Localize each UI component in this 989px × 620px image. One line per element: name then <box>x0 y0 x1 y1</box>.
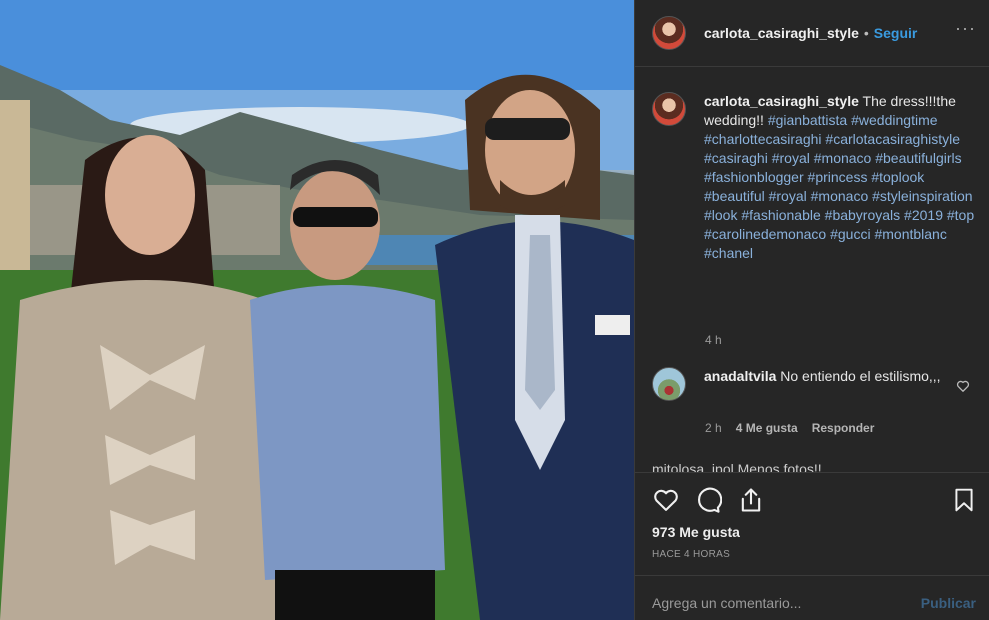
comment-text: anadaltvila No entiendo el estilismo,,, <box>704 367 944 401</box>
commenter-avatar[interactable] <box>652 367 686 401</box>
likes-count[interactable]: 973 Me gusta <box>652 524 740 540</box>
hashtag-link[interactable]: #carolinedemonaco <box>704 226 826 242</box>
hashtag-link[interactable]: #chanel <box>704 245 753 261</box>
hashtag-link[interactable]: #beautiful <box>704 188 765 204</box>
like-icon[interactable] <box>652 486 680 514</box>
hashtag-link[interactable]: #fashionable <box>741 207 820 223</box>
hashtag-link[interactable]: #royal <box>772 150 810 166</box>
caption-hashtags: #gianbattista #weddingtime #charlottecas… <box>704 112 974 261</box>
hashtag-link[interactable]: #casiraghi <box>704 150 768 166</box>
separator-dot: • <box>863 25 869 41</box>
save-icon[interactable] <box>951 486 977 514</box>
hashtag-link[interactable]: #toplook <box>871 169 924 185</box>
hashtag-link[interactable]: #princess <box>808 169 868 185</box>
hashtag-link[interactable]: #look <box>704 207 737 223</box>
post-side-panel: carlota_casiraghi_style • Seguir ··· car… <box>634 0 989 620</box>
comment-meta: 2 h 4 Me gusta Responder <box>705 421 874 435</box>
hashtag-link[interactable]: #gianbattista <box>768 112 847 128</box>
author-username[interactable]: carlota_casiraghi_style <box>704 25 859 41</box>
author-avatar[interactable] <box>652 16 686 50</box>
comment-item: anadaltvila No entiendo el estilismo,,, <box>652 367 982 401</box>
post-header: carlota_casiraghi_style • Seguir ··· <box>635 0 989 67</box>
caption: carlota_casiraghi_style The dress!!!the … <box>652 92 982 263</box>
hashtag-link[interactable]: #monaco <box>811 188 869 204</box>
hashtag-link[interactable]: #monaco <box>814 150 872 166</box>
post-actions: 973 Me gusta HACE 4 HORAS <box>635 472 989 575</box>
hashtag-link[interactable]: #babyroyals <box>825 207 901 223</box>
hashtag-link[interactable]: #montblanc <box>874 226 946 242</box>
caption-text: carlota_casiraghi_style The dress!!!the … <box>704 92 979 263</box>
reply-button[interactable]: Responder <box>812 421 875 435</box>
hashtag-link[interactable]: #2019 <box>904 207 943 223</box>
hashtag-link[interactable]: #carlotacasiraghistyle <box>825 131 960 147</box>
hashtag-link[interactable]: #top <box>947 207 974 223</box>
comment-like-icon[interactable] <box>956 379 970 393</box>
hashtag-link[interactable]: #weddingtime <box>851 112 937 128</box>
hashtag-link[interactable]: #royal <box>769 188 807 204</box>
post-photo[interactable] <box>0 0 634 620</box>
caption-avatar[interactable] <box>652 92 686 126</box>
post-comment-button[interactable]: Publicar <box>921 595 976 611</box>
comment-icon[interactable] <box>694 486 722 514</box>
add-comment-bar: Agrega un comentario... Publicar <box>635 575 989 620</box>
hashtag-link[interactable]: #charlottecasiraghi <box>704 131 822 147</box>
post-timestamp[interactable]: HACE 4 HORAS <box>652 549 730 560</box>
hashtag-link[interactable]: #gucci <box>830 226 870 242</box>
next-comment-preview[interactable]: mjtolosa_ipol Menos fotos!! <box>652 461 952 472</box>
comment-timestamp[interactable]: 2 h <box>705 421 722 435</box>
follow-button[interactable]: Seguir <box>874 25 918 41</box>
share-icon[interactable] <box>737 486 765 514</box>
comment-input[interactable]: Agrega un comentario... <box>652 595 801 611</box>
hashtag-link[interactable]: #beautifulgirls <box>875 150 961 166</box>
comment-likes[interactable]: 4 Me gusta <box>736 421 798 435</box>
caption-username[interactable]: carlota_casiraghi_style <box>704 93 859 109</box>
hashtag-link[interactable]: #fashionblogger <box>704 169 804 185</box>
caption-timestamp[interactable]: 4 h <box>705 333 722 347</box>
more-icon[interactable]: ··· <box>955 18 976 39</box>
post-photo-illustration <box>0 0 634 620</box>
comments-section[interactable]: carlota_casiraghi_style The dress!!!the … <box>635 68 989 472</box>
commenter-username[interactable]: anadaltvila <box>704 368 776 384</box>
hashtag-link[interactable]: #styleinspiration <box>872 188 972 204</box>
comment-message: No entiendo el estilismo,,, <box>780 368 941 384</box>
